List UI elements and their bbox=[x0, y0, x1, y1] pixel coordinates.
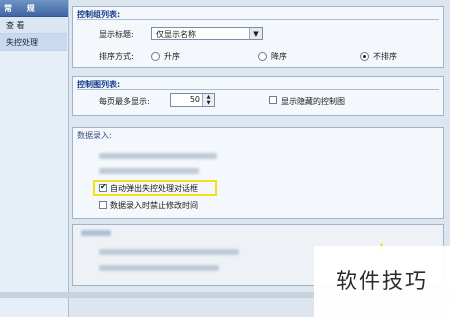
radio-descending[interactable] bbox=[258, 52, 267, 61]
auto-popup-label: 自动弹出失控处理对话框 bbox=[110, 184, 198, 193]
show-hidden-checkbox[interactable] bbox=[269, 96, 277, 104]
chart-list-section: 控制图列表: 每页最多显示: 50 ▲ ▼ 显示隐藏的控制图 bbox=[72, 76, 444, 116]
stepper-arrows-icon[interactable]: ▲ ▼ bbox=[202, 94, 214, 106]
radio-no-sort-label: 不排序 bbox=[373, 52, 397, 61]
sort-label: 排序方式: bbox=[99, 52, 134, 61]
blurred-option bbox=[99, 153, 217, 159]
group-list-section: 控制组列表: 显示标题: 仅显示名称 ▼ 排序方式: 升序 降序 不排序 bbox=[72, 6, 444, 68]
sidebar-header[interactable]: 常 规 bbox=[0, 0, 68, 17]
sidebar-item-view[interactable]: 查 看 bbox=[0, 17, 67, 34]
sidebar-item-out-of-control[interactable]: 失控处理 bbox=[0, 34, 67, 51]
radio-ascending[interactable] bbox=[151, 52, 160, 61]
data-entry-section: 数据录入: 自动弹出失控处理对话框 数据录入时禁止修改时间 bbox=[72, 127, 444, 219]
radio-ascending-label: 升序 bbox=[164, 52, 180, 61]
show-hidden-label: 显示隐藏的控制图 bbox=[281, 97, 345, 106]
sidebar: 常 规 查 看 失控处理 bbox=[0, 0, 69, 317]
blurred-option bbox=[99, 168, 199, 174]
display-title-select[interactable]: 仅显示名称 ▼ bbox=[151, 27, 263, 40]
divider bbox=[77, 89, 439, 90]
forbid-edit-time-checkbox[interactable] bbox=[99, 201, 107, 209]
blurred-option bbox=[99, 265, 219, 271]
blurred-title bbox=[81, 230, 111, 236]
auto-popup-checkbox[interactable] bbox=[99, 182, 107, 192]
watermark: 软件技巧 bbox=[314, 246, 450, 317]
divider bbox=[77, 19, 439, 20]
per-page-label: 每页最多显示: bbox=[99, 97, 150, 106]
blurred-option bbox=[99, 249, 239, 255]
display-title-label: 显示标题: bbox=[99, 30, 134, 39]
radio-no-sort[interactable] bbox=[360, 52, 369, 61]
radio-descending-label: 降序 bbox=[271, 52, 287, 61]
forbid-edit-time-label: 数据录入时禁止修改时间 bbox=[110, 201, 198, 210]
per-page-stepper[interactable]: 50 ▲ ▼ bbox=[170, 93, 215, 107]
stepper-value: 50 bbox=[189, 95, 200, 104]
chevron-down-icon[interactable]: ▼ bbox=[249, 28, 262, 39]
select-value: 仅显示名称 bbox=[156, 30, 196, 39]
section-title: 数据录入: bbox=[77, 131, 112, 140]
